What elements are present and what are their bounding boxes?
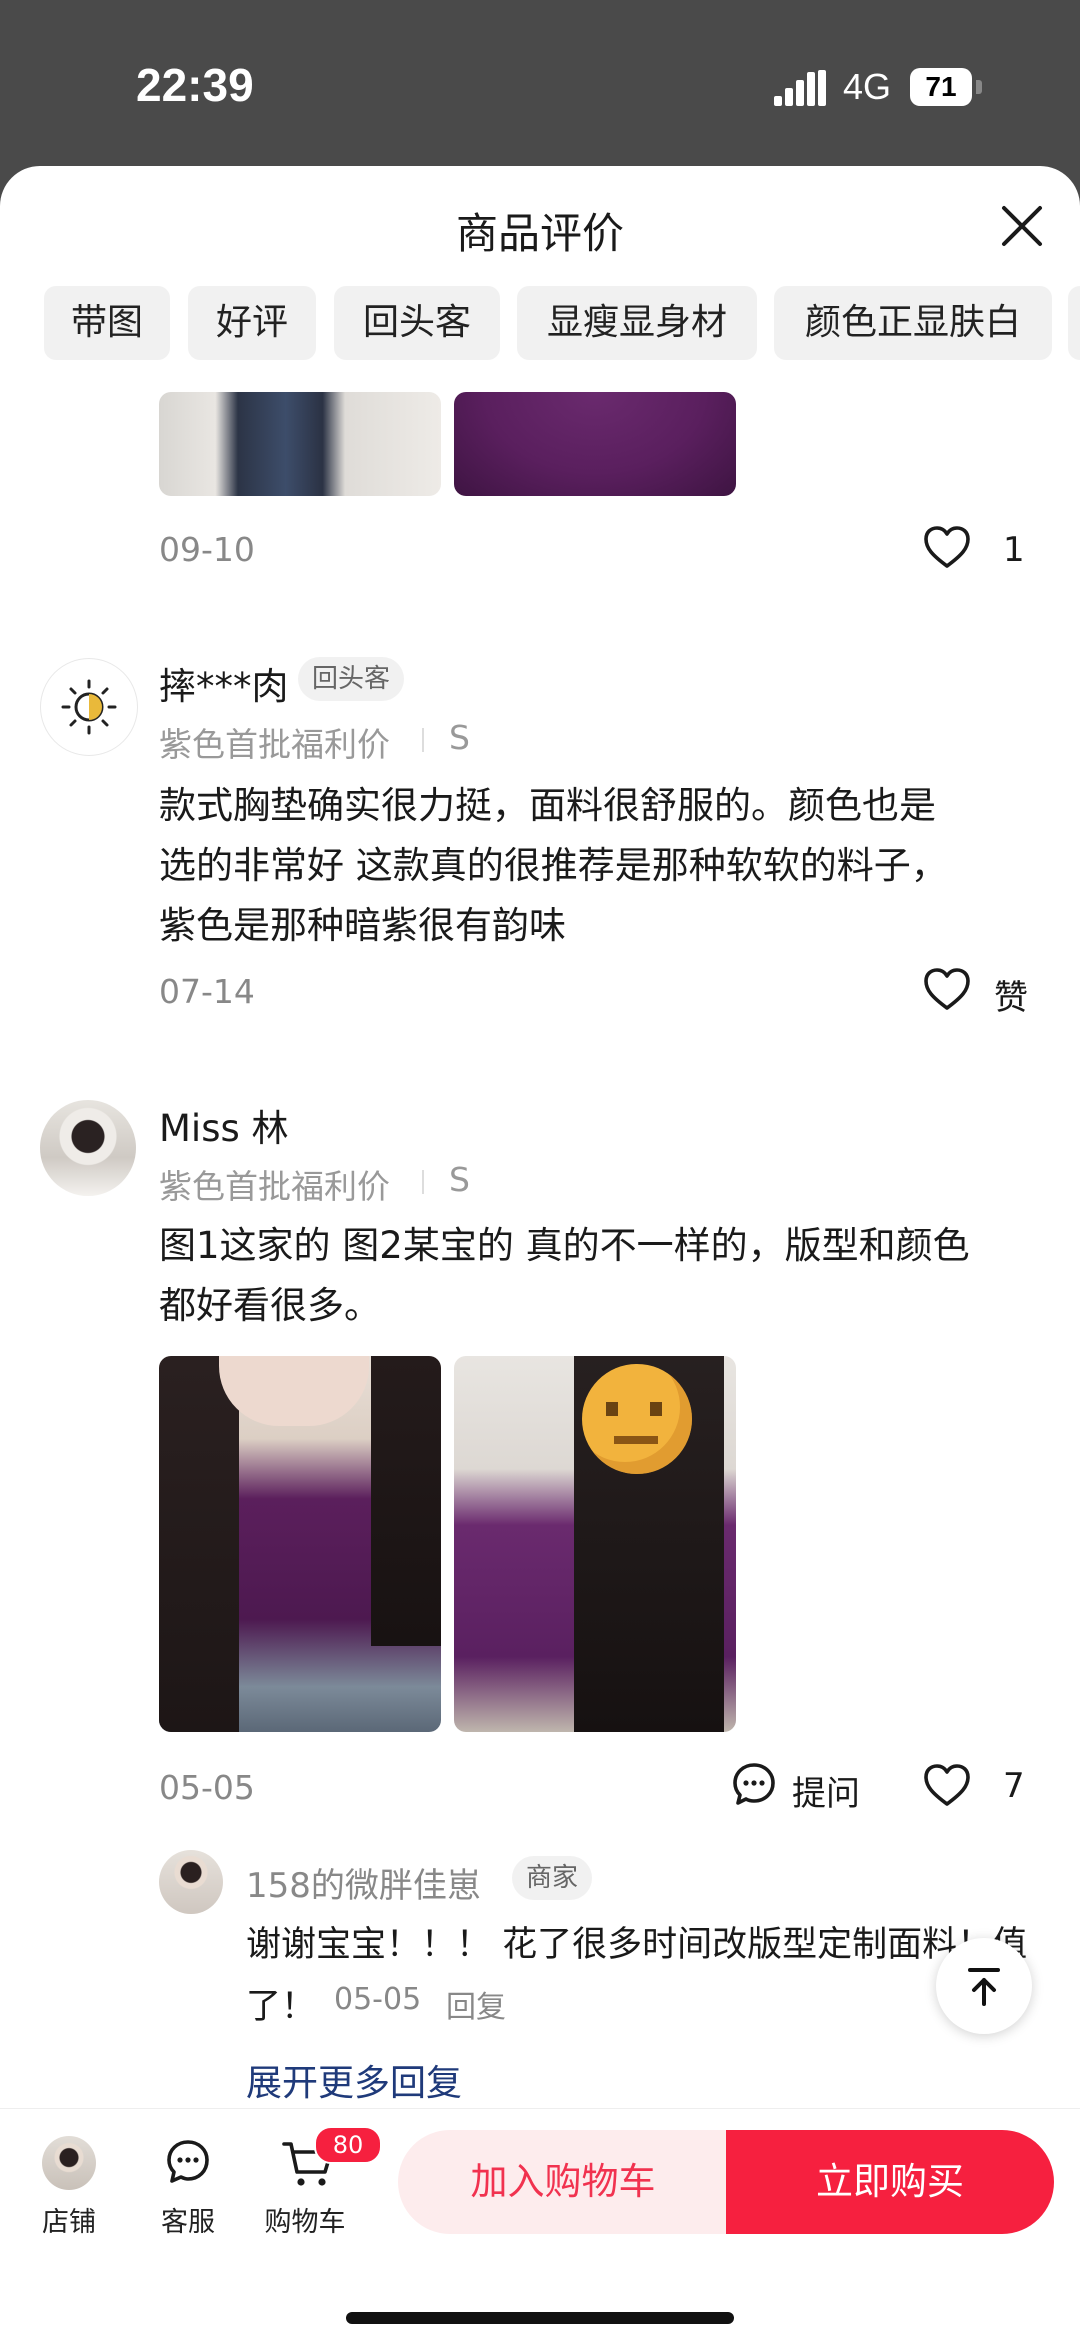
- status-time: 22:39: [136, 59, 254, 111]
- blur-emoji: [582, 1364, 692, 1474]
- filter-chip-slimming[interactable]: 显瘦显身材: [517, 286, 757, 360]
- heart-icon[interactable]: [922, 524, 972, 570]
- user-name[interactable]: Miss 林: [159, 1098, 289, 1152]
- avatar[interactable]: [40, 658, 138, 756]
- avatar[interactable]: [40, 1100, 136, 1196]
- review-text-line: 图1这家的 图2某宝的 真的不一样的，版型和颜色: [159, 1224, 970, 1267]
- variant-label: 紫色首批福利价: [159, 1167, 390, 1206]
- like-label[interactable]: 赞: [994, 970, 1028, 1019]
- size-label: S: [449, 718, 470, 757]
- signal-icon: [774, 70, 826, 106]
- divider: [422, 1170, 424, 1194]
- battery-icon: 71: [910, 68, 972, 106]
- review-text-line: 紫色是那种暗紫很有韵味: [159, 904, 566, 947]
- cart-count-badge: 80: [314, 2126, 382, 2164]
- like-count: 7: [1003, 1766, 1025, 1806]
- seller-avatar[interactable]: [159, 1850, 223, 1914]
- question-chat-icon[interactable]: [730, 1760, 778, 1808]
- ask-button[interactable]: 提问: [792, 1766, 860, 1815]
- store-tab-label[interactable]: 店铺: [14, 2200, 124, 2239]
- size-label: S: [449, 1160, 470, 1199]
- service-tab-label[interactable]: 客服: [133, 2200, 243, 2239]
- close-icon[interactable]: [996, 200, 1048, 252]
- reply-button[interactable]: 回复: [446, 1982, 506, 2026]
- seller-name[interactable]: 158的微胖佳崽: [246, 1858, 481, 1907]
- filter-chip-partial[interactable]: [1068, 286, 1080, 360]
- variant-label: 紫色首批福利价: [159, 725, 390, 764]
- review-photo[interactable]: [454, 392, 736, 496]
- network-type: 4G: [843, 66, 892, 107]
- review-photo[interactable]: [159, 1356, 441, 1732]
- review-text-line: 款式胸垫确实很力挺，面料很舒服的。颜色也是: [159, 784, 936, 827]
- review-text: 图1这家的 图2某宝的 真的不一样的，版型和颜色 都好看很多。: [159, 1216, 1039, 1336]
- heart-icon[interactable]: [922, 1762, 972, 1808]
- home-indicator[interactable]: [346, 2312, 734, 2324]
- review-photo[interactable]: [454, 1356, 736, 1732]
- returning-badge: 回头客: [298, 657, 405, 701]
- review-date: 05-05: [159, 1768, 255, 1807]
- heart-icon[interactable]: [922, 966, 972, 1012]
- user-name[interactable]: 摔***肉: [159, 656, 289, 710]
- filter-chip-with-photos[interactable]: 带图: [44, 286, 170, 360]
- battery-tip: [976, 80, 982, 94]
- filter-chip-returning[interactable]: 回头客: [334, 286, 500, 360]
- divider: [422, 728, 424, 752]
- cart-tab-label[interactable]: 购物车: [250, 2200, 360, 2239]
- customer-service-icon[interactable]: [162, 2136, 214, 2188]
- reply-text-line: 谢谢宝宝！！！ 花了很多时间改版型定制面料！值: [246, 1925, 1028, 1965]
- reply-date: 05-05: [334, 1982, 422, 2017]
- add-to-cart-button[interactable]: 加入购物车: [398, 2130, 728, 2234]
- reply-text-line: 了！: [246, 1987, 317, 2027]
- filter-chip-color[interactable]: 颜色正显肤白: [774, 286, 1052, 360]
- review-text-line: 都好看很多。: [159, 1284, 381, 1327]
- sun-icon: [61, 679, 117, 735]
- scroll-to-top-button[interactable]: [936, 1938, 1032, 2034]
- review-text-line: 选的非常好 这款真的很推荐是那种软软的料子，: [159, 844, 948, 887]
- store-icon[interactable]: [42, 2136, 96, 2190]
- review-date: 09-10: [159, 530, 255, 569]
- filter-chip-positive[interactable]: 好评: [188, 286, 316, 360]
- like-count: 1: [1003, 530, 1025, 570]
- seller-badge: 商家: [512, 1856, 593, 1900]
- sheet-title: 商品评价: [455, 209, 624, 258]
- review-text: 款式胸垫确实很力挺，面料很舒服的。颜色也是 选的非常好 这款真的很推荐是那种软软…: [159, 776, 1039, 956]
- expand-replies-link[interactable]: 展开更多回复: [246, 2054, 462, 2106]
- arrow-up-icon: [968, 1968, 1000, 2006]
- buy-now-button[interactable]: 立即购买: [726, 2130, 1054, 2234]
- review-date: 07-14: [159, 972, 255, 1011]
- review-photo[interactable]: [159, 392, 441, 496]
